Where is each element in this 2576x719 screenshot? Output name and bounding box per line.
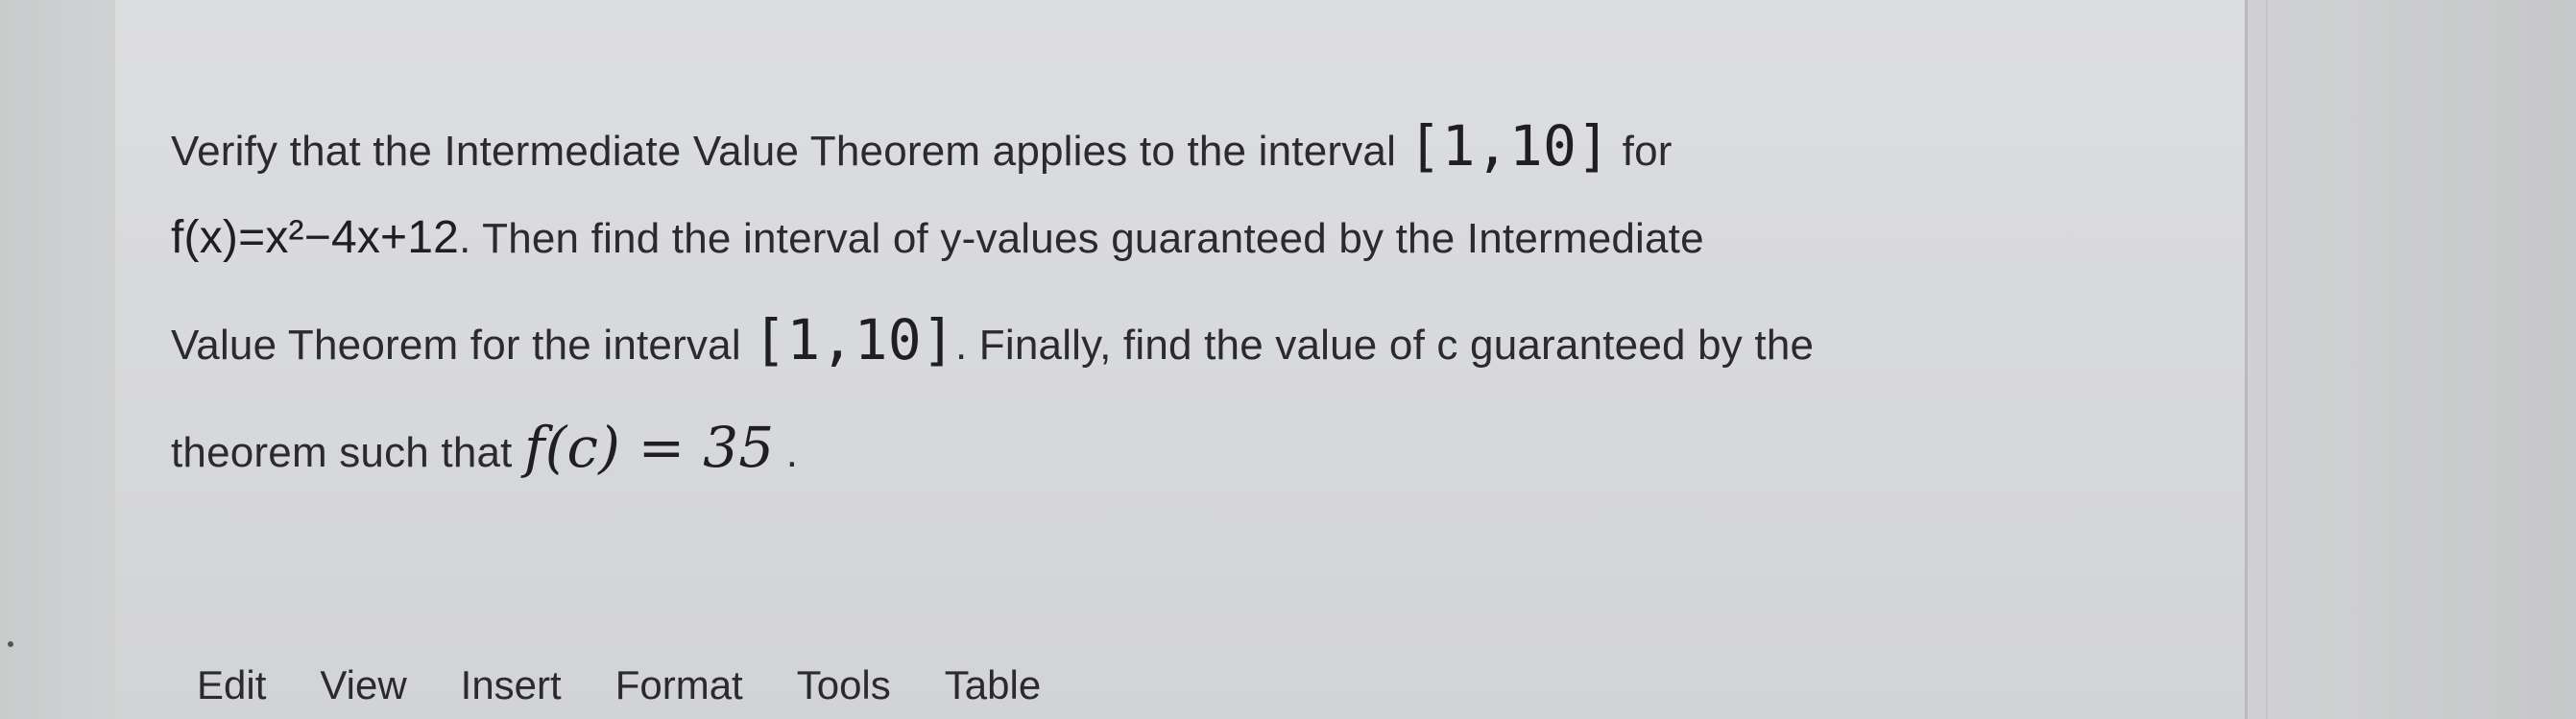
equation-expression: f(c) = 35: [524, 415, 775, 480]
function-expression: f(x)=x²−4x+12: [171, 212, 460, 263]
question-text-segment: theorem such that: [171, 429, 513, 476]
interval-expression: [1,10]: [753, 307, 955, 372]
menu-insert[interactable]: Insert: [461, 662, 562, 708]
question-text-segment: . Then find the interval of y-values gua…: [459, 215, 1704, 262]
question-text-segment: . Finally, find the value of c guarantee…: [954, 322, 1815, 369]
question-text-segment: Value Theorem for the interval: [171, 322, 741, 369]
menu-format[interactable]: Format: [615, 662, 743, 708]
menu-table[interactable]: Table: [945, 662, 1041, 708]
panel-border: [2266, 0, 2268, 719]
editor-menubar: Edit View Insert Format Tools Table: [197, 662, 1095, 708]
question-line-4: theorem such that f(c) = 35 .: [171, 415, 798, 480]
question-text-segment: for: [1622, 128, 1673, 175]
question-line-1: Verify that the Intermediate Value Theor…: [171, 113, 1673, 179]
question-text-segment: .: [785, 429, 799, 476]
menu-edit[interactable]: Edit: [197, 662, 266, 708]
menu-view[interactable]: View: [320, 662, 406, 708]
scroll-marker: [8, 641, 13, 647]
interval-expression: [1,10]: [1408, 113, 1611, 179]
question-text-segment: Verify that the Intermediate Value Theor…: [171, 128, 1397, 175]
page-border: [2245, 0, 2248, 719]
menu-tools[interactable]: Tools: [797, 662, 891, 708]
question-line-3: Value Theorem for the interval [1,10]. F…: [171, 307, 1814, 372]
question-line-2: f(x)=x²−4x+12. Then find the interval of…: [171, 211, 1704, 264]
